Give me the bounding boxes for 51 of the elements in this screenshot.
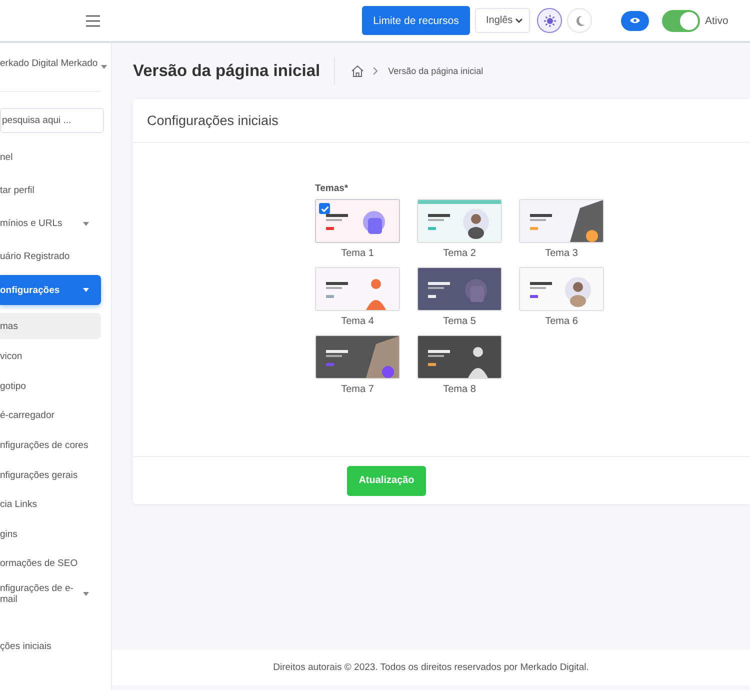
moon-icon xyxy=(574,14,586,26)
submenu-item[interactable]: cia Links xyxy=(0,490,101,520)
caret-icon xyxy=(83,288,89,292)
breadcrumb-item[interactable]: Versão da página inicial xyxy=(388,66,484,76)
search-field[interactable]: pesquisa aqui ... xyxy=(0,108,104,133)
theme-name: Tema 8 xyxy=(443,384,476,395)
submenu-item[interactable]: gins xyxy=(0,520,101,550)
theme-name: Tema 3 xyxy=(545,248,578,259)
language-select[interactable]: Inglês xyxy=(475,8,530,33)
caret-icon xyxy=(83,592,89,596)
submenu-item[interactable]: é-carregador xyxy=(0,401,101,431)
theme-name: Tema 5 xyxy=(443,316,476,327)
theme-name: Tema 4 xyxy=(341,316,374,327)
card-title: Configurações iniciais xyxy=(147,113,278,128)
status-toggle[interactable] xyxy=(662,10,700,32)
menu-item[interactable]: uário Registrado xyxy=(0,240,101,273)
menu-item[interactable]: mínios e URLs xyxy=(0,207,101,240)
submenu-item[interactable]: nfigurações de cores xyxy=(0,430,101,460)
submenu-item[interactable]: gotipo xyxy=(0,372,101,402)
menu-item[interactable]: onfigurações xyxy=(0,275,101,305)
submenu-item[interactable]: nfigurações gerais xyxy=(0,460,101,490)
theme-name: Tema 2 xyxy=(443,248,476,259)
menu-icon[interactable] xyxy=(86,14,100,26)
home-icon[interactable] xyxy=(351,65,364,77)
check-icon xyxy=(320,206,328,212)
menu-item[interactable]: nel xyxy=(0,141,101,174)
submenu-item[interactable]: mas xyxy=(0,313,101,339)
themes-label: Temas* xyxy=(315,183,350,194)
status-label: Ativo xyxy=(705,14,728,26)
copyright-text: Direitos autorais © 2023. Todos os direitos reservados por Merkado Digital. xyxy=(273,662,589,673)
dark-mode-button[interactable] xyxy=(567,8,592,33)
caret-icon xyxy=(83,222,89,226)
chevron-right-icon xyxy=(373,67,378,75)
menu-item[interactable]: tar perfil xyxy=(0,174,101,207)
sun-icon xyxy=(544,14,556,26)
submenu-item[interactable]: ormações de SEO xyxy=(0,549,101,579)
resource-limit-button[interactable]: Limite de recursos xyxy=(362,6,470,35)
theme-name: Tema 6 xyxy=(545,316,578,327)
submenu-item[interactable]: nfigurações de e-mail xyxy=(0,578,101,608)
caret-icon xyxy=(100,65,107,69)
page-title: Versão da página inicial xyxy=(133,62,320,80)
light-mode-button[interactable] xyxy=(537,8,562,33)
eye-icon xyxy=(630,17,640,24)
checkbox[interactable] xyxy=(319,203,330,214)
menu-item[interactable]: ções iniciais xyxy=(0,630,101,664)
theme-name: Tema 7 xyxy=(341,384,374,395)
preview-button[interactable] xyxy=(621,10,649,30)
chevron-down-icon xyxy=(515,18,523,23)
theme-name: Tema 1 xyxy=(341,248,374,259)
user-name: erkado Digital Merkado xyxy=(0,58,98,68)
submenu-item[interactable]: vicon xyxy=(0,342,101,372)
